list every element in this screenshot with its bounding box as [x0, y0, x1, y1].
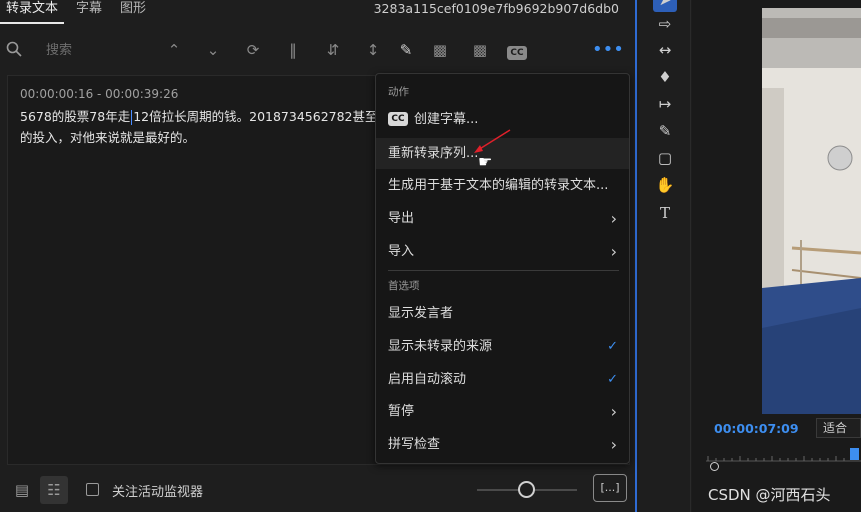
transcript-toolbar: ⌃ ⌄ ⟳ ‖ ⇵ ↕ ✎ ▩ ▩ CC •••: [0, 32, 635, 68]
menu-item-label: 导入: [388, 244, 415, 259]
search-icon: [4, 40, 24, 60]
checkmark-icon: ✓: [607, 339, 618, 354]
hand-cursor-icon: ☛: [478, 152, 493, 171]
cc-icon: CC: [388, 111, 408, 126]
transcript-text-before-caret: 5678的股票78年走: [20, 109, 131, 124]
zoom-fit-select[interactable]: 适合: [816, 418, 861, 438]
chevron-right-icon: ›: [610, 435, 617, 454]
merge-icon[interactable]: ⇵: [323, 40, 343, 60]
menu-item-import[interactable]: 导入 ›: [376, 236, 629, 267]
time-ruler[interactable]: [706, 452, 861, 462]
checkmark-icon: ✓: [607, 372, 618, 387]
playhead-timecode[interactable]: 00:00:07:09: [714, 421, 799, 436]
transcript-line-1[interactable]: 5678的股票78年走 12倍拉长周期的钱。2018734562782甚至是5: [20, 106, 398, 125]
watermark: CSDN @河西石头: [708, 486, 831, 504]
chevron-right-icon: ›: [610, 402, 617, 421]
hand-tool-icon[interactable]: ✋: [653, 173, 677, 197]
zoom-slider-thumb[interactable]: [518, 481, 535, 498]
pencil-icon[interactable]: ✎: [396, 40, 416, 60]
chevron-down-icon[interactable]: ⌄: [203, 40, 223, 60]
chevron-right-icon: ›: [610, 209, 617, 228]
menu-item-show-speakers[interactable]: 显示发言者: [376, 298, 629, 329]
program-monitor: 00:00:07:09 适合 CSDN @河西石头: [692, 0, 861, 512]
menu-item-label: 重新转录序列...: [388, 146, 479, 161]
rectangle-tool-icon[interactable]: ▢: [653, 146, 677, 170]
menu-item-show-untranscribed[interactable]: 显示未转录的来源 ✓: [376, 331, 629, 362]
video-frame: [762, 8, 861, 414]
follow-monitor-checkbox[interactable]: [86, 483, 99, 496]
expand-icon[interactable]: ↕: [363, 40, 383, 60]
transcript-text-after-caret: 12倍拉长周期的钱。2018734562782甚至是5: [133, 109, 398, 124]
track-select-tool-icon[interactable]: ⇨: [653, 12, 677, 36]
panel-footer: ▤ ☷ 关注活动监视器 [...]: [0, 470, 635, 510]
menu-item-label: 显示发言者: [388, 306, 454, 321]
sequence-id: 3283a115cef0109e7fb9692b907d6db0: [373, 1, 619, 16]
follow-monitor-label: 关注活动监视器: [112, 485, 204, 500]
pen-tool-icon[interactable]: ✎: [653, 119, 677, 143]
tab-captions[interactable]: 字幕: [70, 0, 108, 24]
more-options-button[interactable]: [...]: [593, 474, 627, 502]
slip-tool-icon[interactable]: ↦: [653, 92, 677, 116]
timeline-view-icon[interactable]: ☷: [40, 476, 68, 504]
menu-item-label: 生成用于基于文本的编辑的转录文本...: [388, 178, 609, 193]
tools-panel: ➤ ⇨ ↔ ♦ ↦ ✎ ▢ ✋ T: [639, 0, 691, 512]
razor-tool-icon[interactable]: ♦: [653, 65, 677, 89]
selection-tool-icon[interactable]: ➤: [653, 0, 677, 12]
menu-item-export[interactable]: 导出 ›: [376, 203, 629, 234]
tab-graphics[interactable]: 图形: [114, 0, 152, 24]
menu-item-label: 暂停: [388, 404, 415, 419]
menu-item-auto-scroll[interactable]: 启用自动滚动 ✓: [376, 364, 629, 395]
cc-label: CC: [507, 46, 527, 60]
playhead-marker[interactable]: [850, 448, 859, 460]
search-input[interactable]: [34, 38, 144, 62]
transcript-line-2[interactable]: 的投入，对他来说就是最好的。: [20, 127, 195, 146]
refresh-icon[interactable]: ⟳: [243, 40, 263, 60]
speakers-icon[interactable]: ▩: [470, 40, 490, 60]
annotation-arrow-icon: [474, 129, 511, 153]
type-tool-icon[interactable]: T: [653, 201, 677, 225]
chevron-right-icon: ›: [610, 242, 617, 261]
menu-item-label: 导出: [388, 211, 415, 226]
menu-item-pause[interactable]: 暂停 ›: [376, 396, 629, 427]
split-icon[interactable]: ‖: [283, 40, 303, 60]
table-view-icon[interactable]: ▤: [8, 476, 36, 504]
menu-section-actions: 动作: [388, 86, 409, 98]
menu-item-label: 创建字幕...: [414, 112, 479, 127]
menu-section-preferences: 首选项: [388, 280, 420, 292]
tab-transcript[interactable]: 转录文本: [0, 0, 65, 24]
in-point-handle[interactable]: [710, 462, 719, 471]
ripple-edit-tool-icon[interactable]: ↔: [653, 38, 677, 62]
chevron-up-icon[interactable]: ⌃: [164, 40, 184, 60]
more-icon[interactable]: •••: [592, 40, 624, 60]
segment-timestamp: 00:00:00:16 - 00:00:39:26: [20, 87, 179, 101]
menu-item-generate-transcript[interactable]: 生成用于基于文本的编辑的转录文本...: [376, 170, 629, 201]
menu-divider: [388, 270, 619, 271]
menu-item-label: 拼写检查: [388, 437, 441, 452]
speaker-icon[interactable]: ▩: [430, 40, 450, 60]
menu-item-label: 启用自动滚动: [388, 372, 467, 387]
menu-item-spellcheck[interactable]: 拼写检查 ›: [376, 429, 629, 460]
cc-icon[interactable]: CC: [507, 40, 527, 60]
menu-item-label: 显示未转录的来源: [388, 339, 493, 354]
